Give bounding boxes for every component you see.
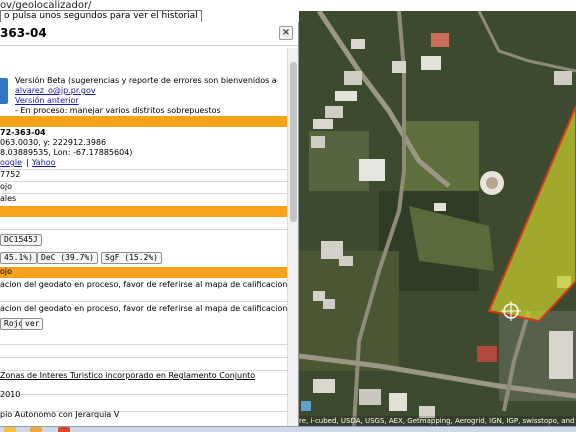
map-links-row: oogle | Yahoo: [0, 158, 287, 170]
section-bar-top: [0, 116, 287, 127]
email-link[interactable]: alvarez_o@jp.pr.gov: [15, 86, 96, 96]
calif-spacer-2: [0, 314, 287, 326]
map-attribution: re, i-cubed, USDA, USGS, AEX, Getmapping…: [299, 416, 576, 426]
calificacion-note-2: acion del geodato en proceso, favor de r…: [0, 304, 287, 313]
taskbar-icon-3[interactable]: [58, 427, 70, 432]
blank-row-4: [0, 359, 287, 371]
area-row: 7752: [0, 170, 287, 182]
lat-lon: 8.03889535, Lon: -67.17885604): [0, 148, 133, 157]
section-ojo-label: ojo: [0, 267, 13, 276]
blank-row: [0, 218, 287, 230]
xy-coordinates: 063.0030, y: 222912.3986: [0, 138, 107, 147]
ales-value: ales: [0, 194, 17, 203]
panel-scrollbar[interactable]: [287, 48, 298, 426]
link-separator: |: [26, 158, 29, 167]
area-value: 7752: [0, 170, 21, 179]
panel-title: 363-04: [0, 26, 47, 40]
cadastre-number: 72-363-04: [0, 128, 46, 137]
section-bar-mid: [0, 206, 287, 217]
satellite-map[interactable]: re, i-cubed, USDA, USGS, AEX, Getmapping…: [299, 11, 576, 426]
year-value: 2010: [0, 390, 21, 399]
municipality-row: ojo: [0, 182, 287, 194]
calificacion-note-1: acion del geodato en proceso, favor de r…: [0, 280, 287, 289]
yahoo-link[interactable]: Yahoo: [32, 158, 56, 168]
close-button[interactable]: ×: [279, 26, 293, 40]
scrollbar-thumb[interactable]: [290, 62, 297, 222]
section-bar-ojo: ojo: [0, 267, 287, 278]
zonas-link[interactable]: Zonas de Interes Turistico incorporado e…: [0, 371, 255, 381]
taskbar-icon-2[interactable]: [30, 427, 42, 432]
beta-notice: Versión Beta (sugerencias y reporte de e…: [15, 76, 277, 85]
blank-row-2: [0, 333, 287, 345]
municipality-value: ojo: [0, 182, 13, 191]
autonomo-value: pio Autonomo con Jerarquia V: [0, 410, 120, 419]
ales-row: ales: [0, 194, 287, 206]
zone-button-sgf[interactable]: SgF (15.2%): [101, 252, 162, 264]
calif-spacer-1: [0, 290, 287, 302]
taskbar-icon-1[interactable]: [4, 427, 16, 432]
panel-content: Versión Beta (sugerencias y reporte de e…: [0, 48, 287, 426]
google-link[interactable]: oogle: [0, 158, 22, 168]
info-panel: 363-04 × Versión Beta (sugerencias y rep…: [0, 22, 299, 426]
blank-row-5: [0, 383, 287, 395]
ver-button[interactable]: ver: [21, 318, 44, 330]
map-imagery: [299, 11, 576, 426]
blank-row-3: [0, 346, 287, 358]
panel-header: 363-04 ×: [0, 22, 298, 46]
taskbar: [0, 426, 576, 432]
logo-icon: [0, 78, 8, 104]
code-button[interactable]: DC1545J: [0, 234, 42, 246]
zone-button-1[interactable]: 45.1%): [0, 252, 37, 264]
in-process-note: - En proceso: manejar varios distritos s…: [15, 106, 221, 115]
previous-version-link[interactable]: Versión anterior: [15, 96, 79, 106]
zone-button-dec[interactable]: DeC (39.7%): [37, 252, 98, 264]
